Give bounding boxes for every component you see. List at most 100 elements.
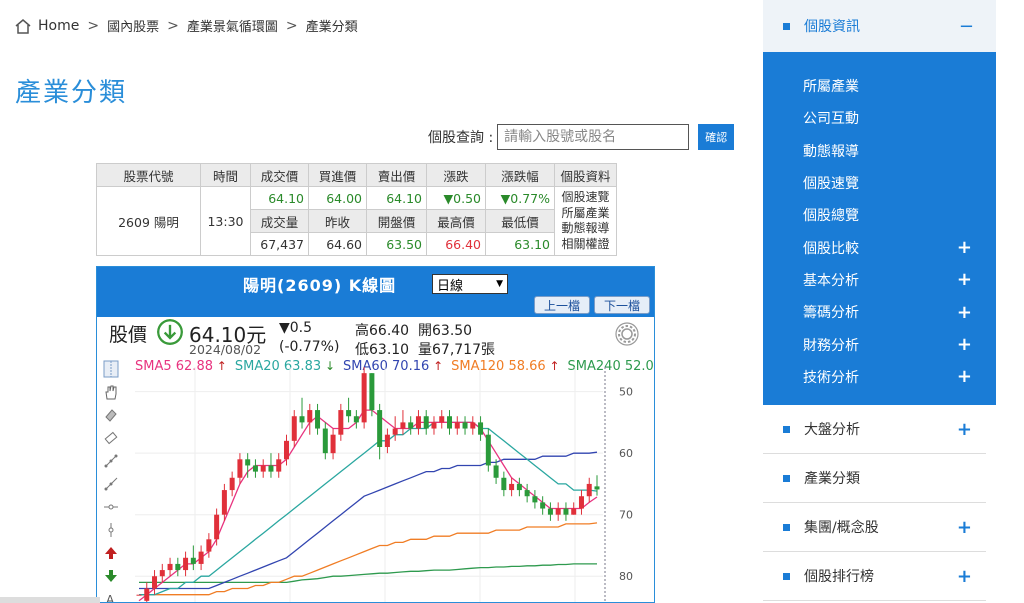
candle-body bbox=[198, 551, 204, 564]
sma60-line bbox=[139, 451, 598, 590]
line-tool-icon[interactable] bbox=[99, 449, 123, 472]
candle-body bbox=[509, 483, 515, 491]
link-news[interactable]: 動態報導 bbox=[559, 221, 612, 237]
sidebar-section-label: 個股排行榜 bbox=[804, 569, 874, 585]
sidebar-item-3[interactable]: 個股速覽 bbox=[763, 167, 996, 199]
sidebar-item-label: 個股速覽 bbox=[803, 176, 859, 193]
candle-body bbox=[252, 465, 258, 472]
breadcrumb-industry-category[interactable]: 產業分類 bbox=[306, 16, 358, 35]
y-tick-label: 50 bbox=[619, 386, 633, 399]
sidebar-item-5[interactable]: 個股比較 + bbox=[763, 231, 996, 263]
sidebar-item-label: 個股總覽 bbox=[803, 208, 859, 225]
horizontal-line-tool-icon[interactable] bbox=[99, 495, 123, 518]
sidebar-item-0[interactable]: 所屬產業 bbox=[763, 70, 996, 102]
gear-icon[interactable] bbox=[614, 321, 640, 347]
expand-plus-icon[interactable]: + bbox=[957, 517, 972, 538]
expand-plus-icon[interactable]: + bbox=[957, 302, 972, 323]
home-icon[interactable] bbox=[14, 18, 32, 34]
clear-tool-icon[interactable] bbox=[99, 426, 123, 449]
time-cell: 13:30 bbox=[200, 186, 251, 256]
candle-body bbox=[384, 434, 390, 447]
high-value: 66.40 bbox=[426, 232, 486, 256]
sidebar-section-label: 大盤分析 bbox=[804, 422, 860, 438]
candle-body bbox=[346, 410, 352, 417]
candle-body bbox=[338, 410, 344, 435]
sidebar-item-7[interactable]: 籌碼分析 + bbox=[763, 296, 996, 328]
collapse-icon[interactable]: − bbox=[959, 16, 974, 37]
candle-body bbox=[322, 428, 328, 454]
sidebar-section-0[interactable]: 大盤分析 + bbox=[763, 405, 986, 454]
candle-body bbox=[361, 373, 367, 423]
candle-body bbox=[540, 502, 546, 509]
confirm-button[interactable]: 確認 bbox=[698, 124, 735, 150]
prev-stock-button[interactable]: 上一檔 bbox=[533, 296, 590, 314]
sidebar-item-6[interactable]: 基本分析 + bbox=[763, 264, 996, 296]
candle-body bbox=[392, 428, 398, 435]
candle-body bbox=[369, 373, 375, 411]
sidebar-item-4[interactable]: 個股總覽 bbox=[763, 199, 996, 231]
expand-plus-icon[interactable]: + bbox=[957, 566, 972, 587]
breadcrumb-industry-cycle[interactable]: 產業景氣循環圖 bbox=[187, 16, 278, 35]
next-stock-button[interactable]: 下一檔 bbox=[593, 296, 650, 314]
ask-value: 64.10 bbox=[366, 186, 427, 210]
link-industry[interactable]: 所屬產業 bbox=[559, 206, 612, 222]
crosshair-tool-icon[interactable] bbox=[99, 357, 123, 380]
sidebar-section-3[interactable]: 個股排行榜 + bbox=[763, 552, 986, 601]
sidebar-section-stock-info[interactable]: 個股資訊 − bbox=[763, 0, 996, 52]
link-warrants[interactable]: 相關權證 bbox=[559, 237, 612, 253]
text-tool-icon[interactable]: A bbox=[99, 587, 123, 603]
hand-tool-icon[interactable] bbox=[99, 380, 123, 403]
expand-plus-icon[interactable]: + bbox=[957, 419, 972, 440]
link-stock-overview[interactable]: 個股速覽 bbox=[559, 190, 612, 206]
sidebar-item-label: 財務分析 bbox=[803, 337, 859, 354]
bullet-square-icon bbox=[783, 425, 790, 433]
expand-plus-icon[interactable]: + bbox=[957, 366, 972, 387]
breadcrumb-domestic-stocks[interactable]: 國內股票 bbox=[107, 16, 159, 35]
bullet-square-icon bbox=[783, 572, 790, 580]
breadcrumb-home[interactable]: Home bbox=[38, 18, 79, 34]
sidebar-sections: 大盤分析 + 產業分類 集團/概念股 + 個股排行榜 + bbox=[763, 405, 996, 601]
kline-chart-panel: 陽明(2609) K線圖 日線 ▼ 上一檔 下一檔 股價 64.10元 2024… bbox=[96, 266, 655, 603]
down-arrow-tool-icon[interactable] bbox=[99, 564, 123, 587]
candle-body bbox=[454, 422, 460, 429]
candle-body bbox=[594, 486, 600, 490]
period-select[interactable]: 日線 ▼ bbox=[432, 274, 508, 294]
sidebar-item-9[interactable]: 技術分析 + bbox=[763, 361, 996, 393]
candle-body bbox=[315, 410, 321, 429]
volume-text: 量67,717張 bbox=[418, 342, 495, 358]
breadcrumb-separator: > bbox=[167, 17, 179, 34]
horizontal-scrollbar[interactable] bbox=[0, 597, 100, 603]
candle-body bbox=[353, 416, 359, 423]
stock-info-links: 個股速覽 所屬產業 動態報導 相關權證 bbox=[554, 186, 617, 256]
candle-body bbox=[555, 508, 561, 515]
eraser-tool-icon[interactable] bbox=[99, 403, 123, 426]
header-change: 漲跌 bbox=[426, 163, 486, 187]
candle-body bbox=[377, 410, 383, 447]
candle-body bbox=[152, 576, 158, 589]
sidebar-item-1[interactable]: 公司互動 bbox=[763, 102, 996, 134]
vertical-line-tool-icon[interactable] bbox=[99, 518, 123, 541]
candle-body bbox=[283, 440, 289, 460]
price-label: 股價 bbox=[109, 324, 148, 346]
sidebar-section-2[interactable]: 集團/概念股 + bbox=[763, 503, 986, 552]
expand-plus-icon[interactable]: + bbox=[957, 269, 972, 290]
bullet-square-icon bbox=[783, 523, 790, 531]
sma240-line bbox=[139, 563, 597, 584]
chart-header: 陽明(2609) K線圖 日線 ▼ 上一檔 下一檔 bbox=[97, 267, 654, 317]
sidebar-section-1[interactable]: 產業分類 bbox=[763, 454, 986, 503]
kline-plot: 80 70 60 50 bbox=[135, 367, 633, 602]
up-arrow-tool-icon[interactable] bbox=[99, 541, 123, 564]
expand-plus-icon[interactable]: + bbox=[957, 334, 972, 355]
candle-body bbox=[245, 459, 251, 466]
sidebar-item-label: 公司互動 bbox=[803, 111, 859, 128]
search-input[interactable] bbox=[497, 124, 690, 150]
candle-body bbox=[144, 588, 150, 601]
sidebar-item-8[interactable]: 財務分析 + bbox=[763, 328, 996, 360]
ray-tool-icon[interactable] bbox=[99, 472, 123, 495]
prev-close-value: 64.60 bbox=[308, 232, 367, 256]
drawing-toolbar: A bbox=[99, 357, 123, 603]
expand-plus-icon[interactable]: + bbox=[957, 237, 972, 258]
sidebar-item-2[interactable]: 動態報導 bbox=[763, 135, 996, 167]
candle-body bbox=[485, 434, 491, 466]
sidebar-item-label: 所屬產業 bbox=[803, 79, 859, 96]
